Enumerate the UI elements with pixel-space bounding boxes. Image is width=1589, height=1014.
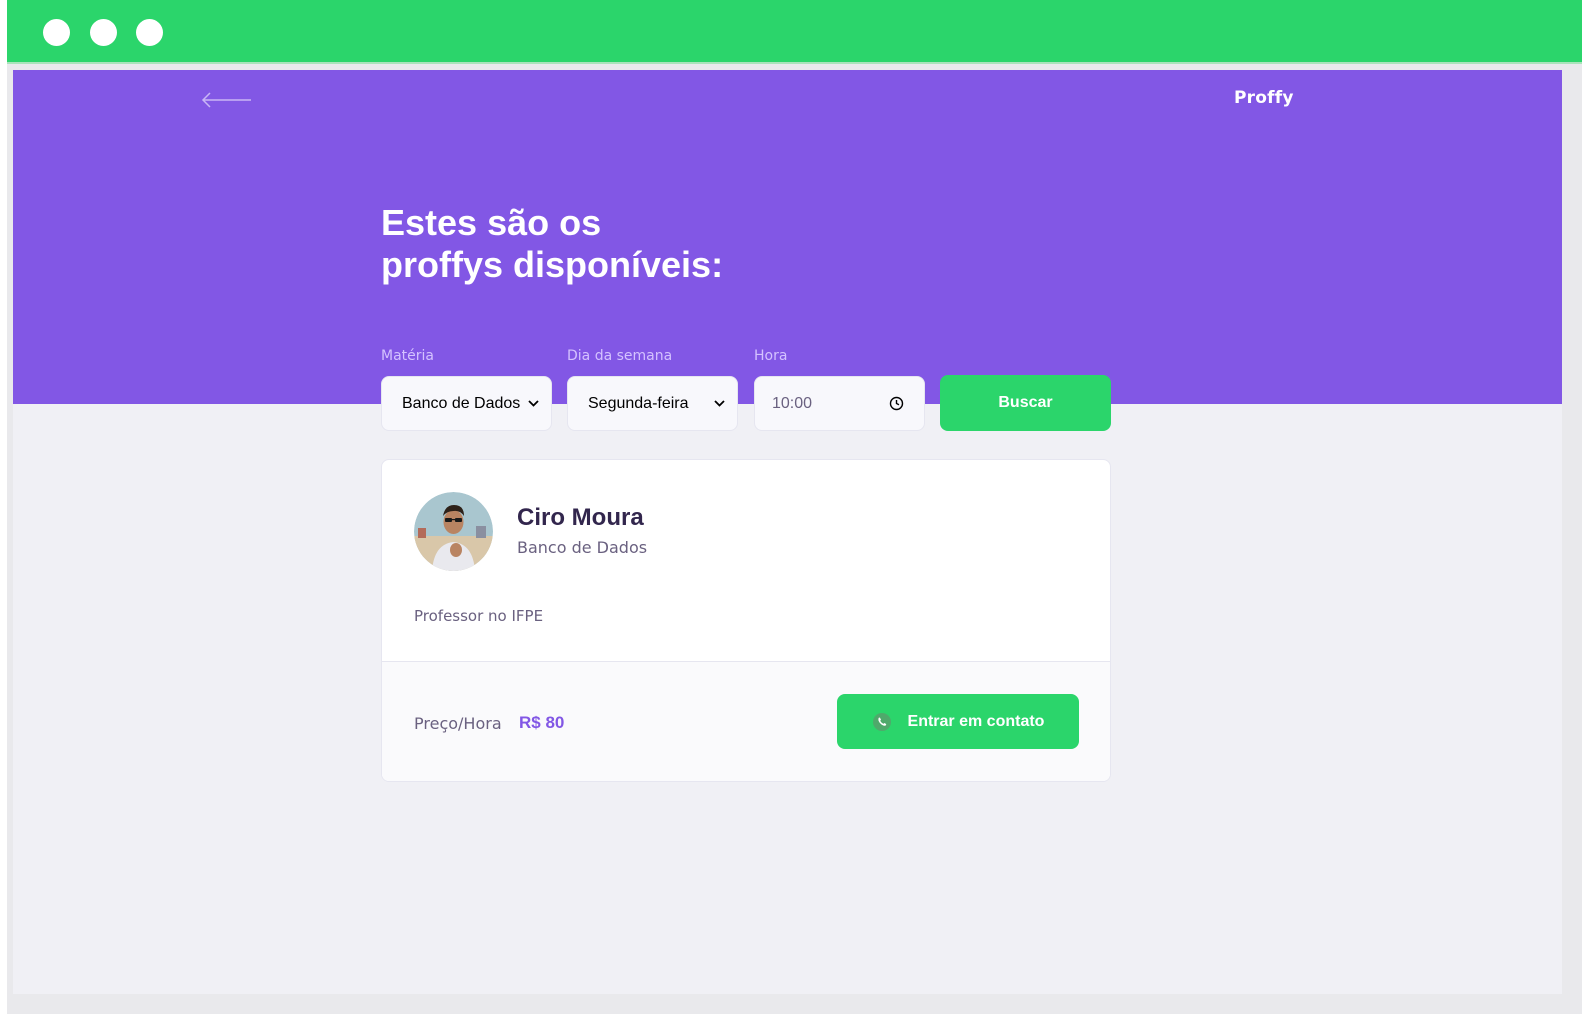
window-maximize-control[interactable] <box>136 19 163 46</box>
proffy-logo: Proffy <box>1234 88 1294 108</box>
price-value: R$ 80 <box>519 713 565 732</box>
price-label: Preço/Hora <box>414 714 502 733</box>
teacher-list-page: Proffy Estes são os proffys disponíveis:… <box>13 70 1562 994</box>
teacher-avatar <box>414 492 493 571</box>
teacher-name: Ciro Moura <box>517 504 644 531</box>
subject-select[interactable]: Banco de Dados <box>381 376 552 431</box>
whatsapp-icon <box>872 712 891 731</box>
weekday-select-value: Segunda-feira <box>588 394 689 412</box>
contact-button[interactable]: Entrar em contato <box>837 694 1079 749</box>
chevron-down-icon <box>528 400 539 407</box>
chevron-down-icon <box>714 400 725 407</box>
weekday-select[interactable]: Segunda-feira <box>567 376 738 431</box>
teacher-card: Ciro Moura Banco de Dados Professor no I… <box>381 459 1111 782</box>
page-title-line1: Estes são os <box>381 202 602 243</box>
subject-select-value: Banco de Dados <box>402 394 521 412</box>
time-input[interactable]: 10:00 <box>754 376 925 431</box>
teacher-card-footer: Preço/Hora R$ 80 Entrar em contato <box>382 661 1110 781</box>
time-input-value: 10:00 <box>772 394 813 412</box>
page-header: Proffy Estes são os proffys disponíveis:… <box>13 70 1562 404</box>
clock-icon[interactable] <box>889 396 904 411</box>
window-titlebar <box>7 0 1582 64</box>
teacher-bio: Professor no IFPE <box>414 607 544 625</box>
page-title: Estes são os proffys disponíveis: <box>381 202 801 286</box>
arrow-left-icon[interactable] <box>201 90 253 110</box>
page-title-line2: proffys disponíveis: <box>381 244 724 285</box>
weekday-filter-label: Dia da semana <box>567 348 673 364</box>
teacher-subject: Banco de Dados <box>517 538 648 557</box>
window-close-control[interactable] <box>43 19 70 46</box>
subject-filter-label: Matéria <box>381 348 434 364</box>
contact-button-label: Entrar em contato <box>907 712 1045 730</box>
browser-viewport: Proffy Estes são os proffys disponíveis:… <box>7 64 1582 1014</box>
search-button[interactable]: Buscar <box>940 375 1111 431</box>
window-minimize-control[interactable] <box>90 19 117 46</box>
time-filter-label: Hora <box>754 348 788 364</box>
